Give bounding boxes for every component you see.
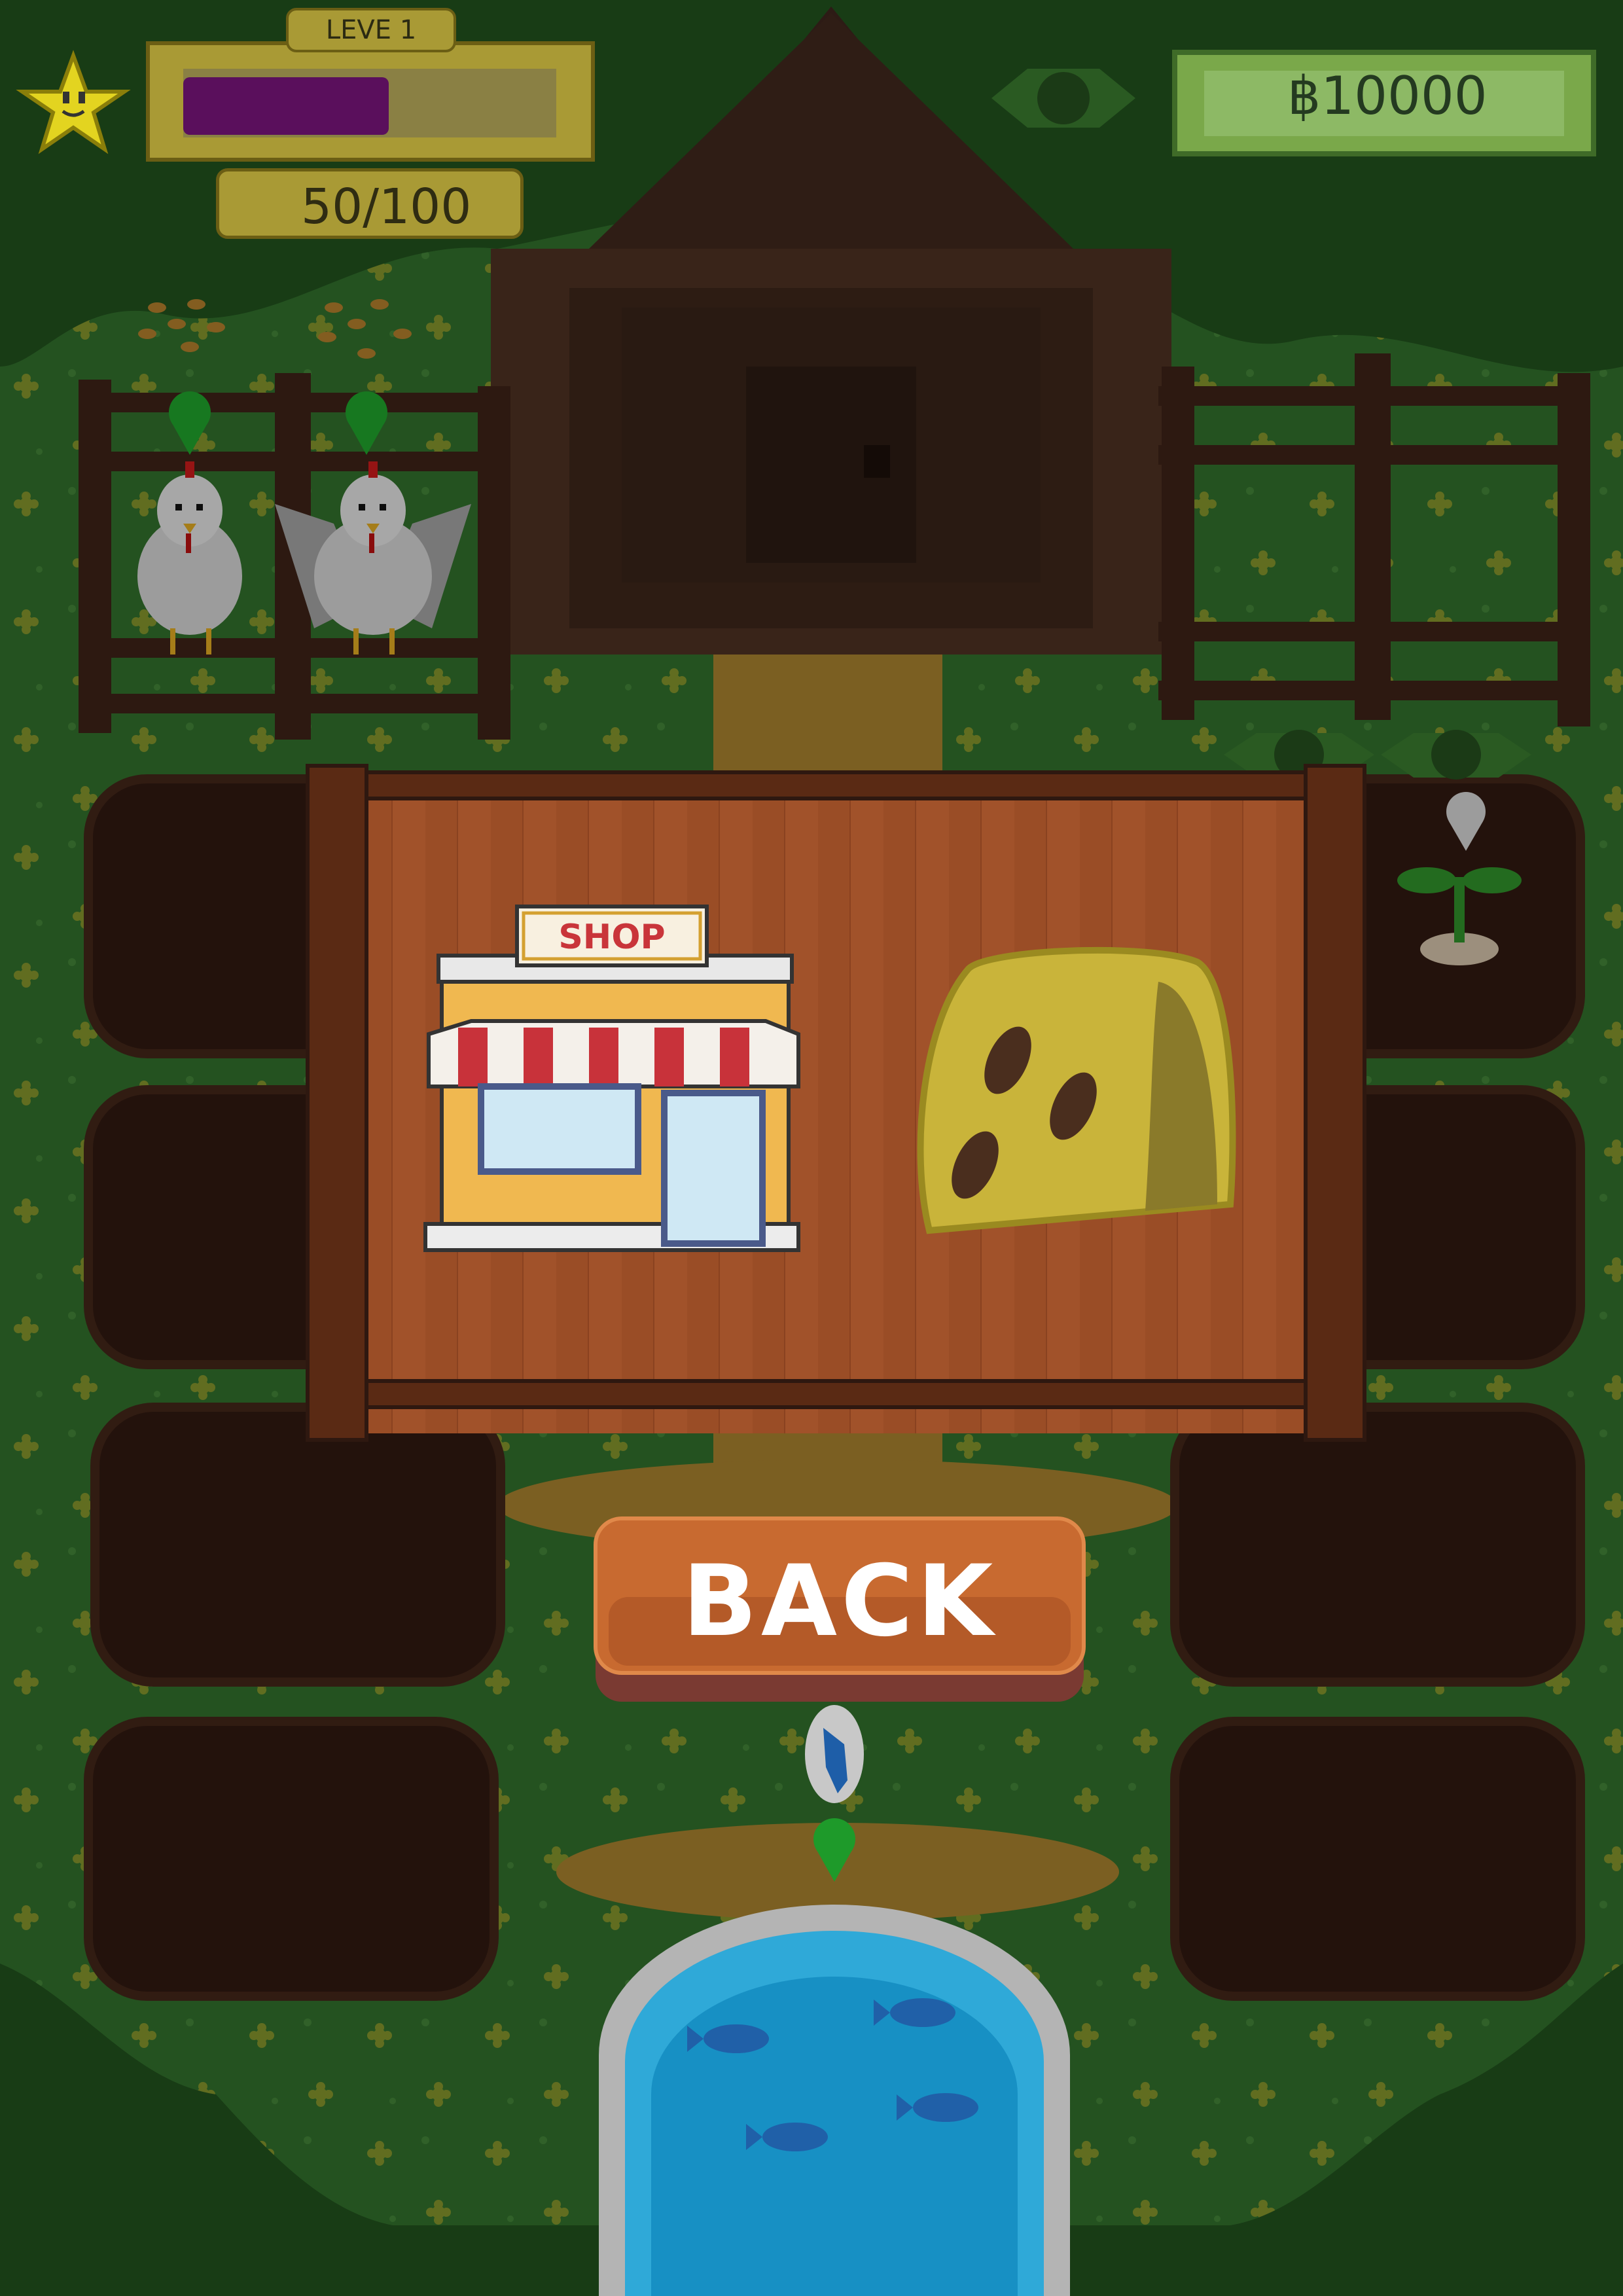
xp-bar-fill <box>183 77 389 135</box>
shop-option[interactable] <box>419 900 805 1257</box>
level-label: LEVE 1 <box>286 8 456 52</box>
chicken-coop-button[interactable] <box>75 367 514 740</box>
level-star-button[interactable] <box>13 46 137 157</box>
visibility-toggle-button[interactable] <box>988 62 1139 134</box>
xp-count: 50/100 <box>216 168 524 239</box>
seed-bag-option[interactable] <box>910 939 1243 1240</box>
back-button[interactable] <box>597 1520 1082 1703</box>
fish-pond-button[interactable] <box>596 1702 1073 2296</box>
money-counter: ฿10000 <box>1287 65 1488 126</box>
